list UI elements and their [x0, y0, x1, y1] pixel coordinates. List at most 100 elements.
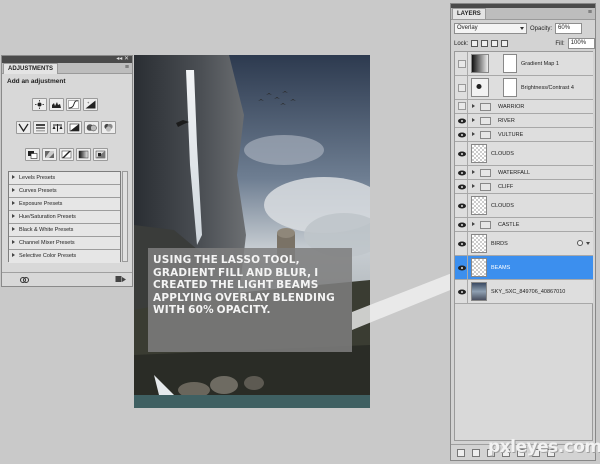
layer-sky[interactable]: SKY_SXC_849706_40867010: [455, 280, 593, 304]
black-white-icon[interactable]: [67, 121, 82, 134]
panel-titlebar[interactable]: ◂◂ ✕: [2, 56, 132, 63]
layer-thumb: [471, 196, 487, 215]
presets-scrollbar[interactable]: [122, 171, 128, 262]
expand-triangle-icon[interactable]: [472, 104, 475, 108]
eye-icon: [458, 241, 466, 247]
folder-icon: [480, 183, 491, 191]
color-balance-icon[interactable]: [50, 121, 65, 134]
lock-pixels-icon[interactable]: [481, 40, 489, 47]
eye-icon: [458, 151, 466, 157]
preset-curves[interactable]: Curves Presets: [9, 185, 120, 198]
tab-bar: ADJUSTMENTS ≡: [2, 63, 132, 74]
exposure-icon[interactable]: +: [83, 98, 98, 111]
eye-icon: [458, 132, 466, 138]
photo-filter-icon[interactable]: [84, 121, 99, 134]
visibility-toggle[interactable]: [456, 166, 468, 179]
tab-layers[interactable]: LAYERS: [452, 8, 486, 19]
brightness-icon[interactable]: [32, 98, 47, 111]
effects-toggle-icon[interactable]: [586, 242, 590, 245]
gradient-map-thumb: [471, 54, 489, 73]
adjustments-panel: ◂◂ ✕ ADJUSTMENTS ≡ Add an adjustment + L…: [1, 55, 133, 287]
visibility-toggle[interactable]: [456, 194, 468, 217]
group-cliff[interactable]: CLIFF: [455, 180, 593, 194]
invert-icon[interactable]: [25, 148, 40, 161]
threshold-icon[interactable]: [59, 148, 74, 161]
link-layers-icon[interactable]: [457, 449, 465, 457]
watermark-logo: pxleyes.com: [488, 437, 600, 457]
group-vulture[interactable]: VULTURE: [455, 128, 593, 142]
adjustment-options-icon[interactable]: [115, 275, 127, 284]
selective-color-icon[interactable]: [93, 148, 108, 161]
layer-name: CLIFF: [498, 184, 514, 190]
expand-triangle-icon[interactable]: [472, 170, 475, 174]
lock-position-icon[interactable]: [491, 40, 499, 47]
group-river[interactable]: RIVER: [455, 114, 593, 128]
preset-black-white[interactable]: Black & White Presets: [9, 224, 120, 237]
layer-birds[interactable]: BIRDS: [455, 232, 593, 256]
preset-levels[interactable]: Levels Presets: [9, 172, 120, 185]
layer-clouds[interactable]: CLOUDS: [455, 194, 593, 218]
layer-clouds[interactable]: CLOUDS: [455, 142, 593, 166]
folder-icon: [480, 117, 491, 125]
preset-channel-mixer[interactable]: Channel Mixer Presets: [9, 237, 120, 250]
eye-icon: [458, 118, 466, 124]
group-castle[interactable]: CASTLE: [455, 218, 593, 232]
fill-field[interactable]: 100%: [567, 38, 595, 49]
preset-hue-saturation[interactable]: Hue/Saturation Presets: [9, 211, 120, 224]
visibility-toggle[interactable]: [456, 232, 468, 255]
visibility-off-icon: [458, 102, 466, 110]
posterize-icon[interactable]: [42, 148, 57, 161]
eye-icon: [458, 170, 466, 176]
vibrance-icon[interactable]: [16, 121, 31, 134]
visibility-toggle[interactable]: [456, 142, 468, 165]
visibility-toggle[interactable]: [456, 100, 468, 113]
visibility-toggle[interactable]: [456, 128, 468, 141]
add-style-icon[interactable]: [472, 449, 480, 457]
brightness-thumb: [471, 78, 489, 97]
blend-mode-select[interactable]: Overlay: [454, 23, 527, 34]
visibility-toggle[interactable]: [456, 256, 468, 279]
layer-gradient-map[interactable]: Gradient Map 1: [455, 52, 593, 76]
collapse-icon[interactable]: ◂◂ ✕: [116, 55, 129, 63]
clip-to-layer-icon[interactable]: [20, 276, 29, 284]
gradient-map-icon[interactable]: [76, 148, 91, 161]
scene-artwork: [134, 55, 370, 408]
layer-thumb: [471, 144, 487, 163]
hue-saturation-icon[interactable]: [33, 121, 48, 134]
document-canvas[interactable]: [134, 55, 370, 408]
expand-triangle-icon[interactable]: [472, 184, 475, 188]
channel-mixer-icon[interactable]: [101, 121, 116, 134]
eye-icon: [458, 265, 466, 271]
layer-brightness-contrast[interactable]: Brightness/Contrast 4: [455, 76, 593, 100]
layer-name: Brightness/Contrast 4: [521, 85, 574, 91]
lock-transparency-icon[interactable]: [471, 40, 479, 47]
group-warrior[interactable]: WARRIOR: [455, 100, 593, 114]
layer-thumb: [471, 258, 487, 277]
opacity-field[interactable]: 60%: [555, 23, 583, 34]
visibility-toggle[interactable]: [456, 114, 468, 127]
expand-triangle-icon[interactable]: [472, 118, 475, 122]
adjustments-footer: [2, 272, 132, 286]
tab-adjustments[interactable]: ADJUSTMENTS: [3, 63, 59, 74]
group-waterfall[interactable]: WATERFALL: [455, 166, 593, 180]
curves-icon[interactable]: [66, 98, 81, 111]
visibility-toggle[interactable]: [456, 52, 468, 75]
panel-menu-icon[interactable]: ≡: [125, 64, 129, 72]
tab-bar: LAYERS ≡: [451, 8, 595, 20]
preset-exposure[interactable]: Exposure Presets: [9, 198, 120, 211]
visibility-toggle[interactable]: [456, 76, 468, 99]
eye-icon: [458, 203, 466, 209]
visibility-toggle[interactable]: [456, 180, 468, 193]
layer-beams[interactable]: BEAMS: [455, 256, 593, 280]
preset-selective-color[interactable]: Selective Color Presets: [9, 250, 120, 263]
expand-triangle-icon[interactable]: [472, 132, 475, 136]
levels-icon[interactable]: [49, 98, 64, 111]
visibility-off-icon: [458, 84, 466, 92]
expand-triangle-icon[interactable]: [472, 222, 475, 226]
visibility-toggle[interactable]: [456, 280, 468, 303]
layer-name: CLOUDS: [491, 203, 514, 209]
lock-all-icon[interactable]: [501, 40, 509, 47]
panel-menu-icon[interactable]: ≡: [588, 9, 592, 17]
visibility-toggle[interactable]: [456, 218, 468, 231]
layer-effects-icon[interactable]: [577, 240, 583, 246]
